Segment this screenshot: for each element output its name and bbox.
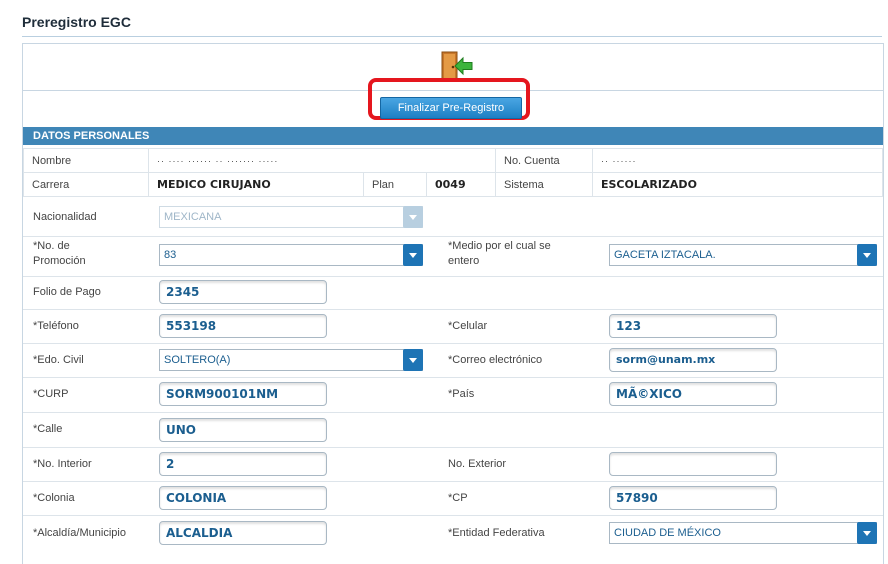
nacionalidad-select: MEXICANA bbox=[159, 206, 423, 228]
calle-input[interactable]: UNO bbox=[159, 418, 327, 442]
carrera-value: MEDICO CIRUJANO bbox=[148, 172, 364, 197]
celular-label: *Celular bbox=[448, 320, 488, 332]
row-curp: *CURP SORM900101NM *País MÃ©XICO bbox=[23, 377, 883, 413]
edo-civil-select[interactable]: SOLTERO(A) bbox=[159, 349, 423, 371]
section-header-datos-personales: DATOS PERSONALES bbox=[23, 127, 883, 145]
nombre-value: ·· ···· ······ ·· ······· ····· bbox=[148, 148, 496, 173]
sistema-label: Sistema bbox=[495, 172, 593, 197]
student-info-table: Nombre ·· ···· ······ ·· ······· ····· N… bbox=[23, 148, 883, 197]
chevron-down-icon bbox=[403, 206, 423, 228]
promocion-select[interactable]: 83 bbox=[159, 244, 423, 266]
chevron-down-icon[interactable] bbox=[857, 522, 877, 544]
folio-label: Folio de Pago bbox=[33, 286, 101, 298]
cp-input[interactable]: 57890 bbox=[609, 486, 777, 510]
folio-input[interactable]: 2345 bbox=[159, 280, 327, 304]
no-interior-label: *No. Interior bbox=[33, 458, 92, 470]
entidad-value: CIUDAD DE MÉXICO bbox=[614, 527, 721, 539]
nacionalidad-value: MEXICANA bbox=[164, 211, 222, 223]
cuenta-value: ·· ······ bbox=[592, 148, 883, 173]
cuenta-label: No. Cuenta bbox=[495, 148, 593, 173]
row-calle: *Calle UNO bbox=[23, 412, 883, 448]
medio-value: GACETA IZTACALA. bbox=[614, 249, 716, 261]
pais-label: *País bbox=[448, 388, 475, 400]
chevron-down-icon[interactable] bbox=[857, 244, 877, 266]
edo-civil-label: *Edo. Civil bbox=[33, 354, 84, 366]
colonia-input[interactable]: COLONIA bbox=[159, 486, 327, 510]
promocion-label: *No. de bbox=[33, 240, 70, 252]
medio-label: *Medio por el cual se bbox=[448, 240, 551, 252]
row-promocion: *No. de Promoción 83 *Medio por el cual … bbox=[23, 236, 883, 277]
page-title: Preregistro EGC bbox=[22, 14, 131, 30]
colonia-label: *Colonia bbox=[33, 492, 75, 504]
correo-input[interactable]: sorm@unam.mx bbox=[609, 348, 777, 372]
telefono-input[interactable]: 553198 bbox=[159, 314, 327, 338]
row-edo-civil: *Edo. Civil SOLTERO(A) *Correo electróni… bbox=[23, 343, 883, 378]
medio-select[interactable]: GACETA IZTACALA. bbox=[609, 244, 877, 266]
carrera-label: Carrera bbox=[23, 172, 149, 197]
nombre-label: Nombre bbox=[23, 148, 149, 173]
no-exterior-input[interactable] bbox=[609, 452, 777, 476]
plan-label: Plan bbox=[363, 172, 427, 197]
curp-label: *CURP bbox=[33, 388, 69, 400]
row-numero: *No. Interior 2 No. Exterior bbox=[23, 447, 883, 482]
alcaldia-input[interactable]: ALCALDIA bbox=[159, 521, 327, 545]
chevron-down-icon[interactable] bbox=[403, 349, 423, 371]
title-divider bbox=[22, 36, 882, 37]
promocion-label-cont: Promoción bbox=[33, 255, 86, 267]
row-colonia: *Colonia COLONIA *CP 57890 bbox=[23, 481, 883, 516]
table-row: Nombre ·· ···· ······ ·· ······· ····· N… bbox=[23, 148, 883, 173]
sistema-value: ESCOLARIZADO bbox=[592, 172, 883, 197]
curp-input[interactable]: SORM900101NM bbox=[159, 382, 327, 406]
nacionalidad-label: Nacionalidad bbox=[33, 211, 97, 223]
medio-label-cont: entero bbox=[448, 255, 480, 267]
promocion-value: 83 bbox=[164, 249, 177, 261]
alcaldia-label: *Alcaldía/Municipio bbox=[33, 527, 126, 539]
preregistro-panel: Finalizar Pre-Registro DATOS PERSONALES … bbox=[22, 43, 884, 564]
finalize-preregistro-button[interactable]: Finalizar Pre-Registro bbox=[380, 97, 522, 119]
no-exterior-label: No. Exterior bbox=[448, 458, 507, 470]
telefono-label: *Teléfono bbox=[33, 320, 79, 332]
no-interior-input[interactable]: 2 bbox=[159, 452, 327, 476]
plan-value: 0049 bbox=[426, 172, 496, 197]
pais-input[interactable]: MÃ©XICO bbox=[609, 382, 777, 406]
row-telefono: *Teléfono 553198 *Celular 123 bbox=[23, 309, 883, 344]
table-row: Carrera MEDICO CIRUJANO Plan 0049 Sistem… bbox=[23, 172, 883, 197]
edo-civil-value: SOLTERO(A) bbox=[164, 354, 231, 366]
entidad-select[interactable]: CIUDAD DE MÉXICO bbox=[609, 522, 877, 544]
calle-label: *Calle bbox=[33, 423, 63, 435]
correo-label: *Correo electrónico bbox=[448, 354, 543, 366]
celular-input[interactable]: 123 bbox=[609, 314, 777, 338]
row-nacionalidad: Nacionalidad MEXICANA bbox=[23, 200, 883, 237]
row-folio: Folio de Pago 2345 bbox=[23, 276, 883, 310]
chevron-down-icon[interactable] bbox=[403, 244, 423, 266]
cp-label: *CP bbox=[448, 492, 468, 504]
entidad-label: *Entidad Federativa bbox=[448, 527, 545, 539]
row-alcaldia: *Alcaldía/Municipio ALCALDIA *Entidad Fe… bbox=[23, 515, 883, 551]
